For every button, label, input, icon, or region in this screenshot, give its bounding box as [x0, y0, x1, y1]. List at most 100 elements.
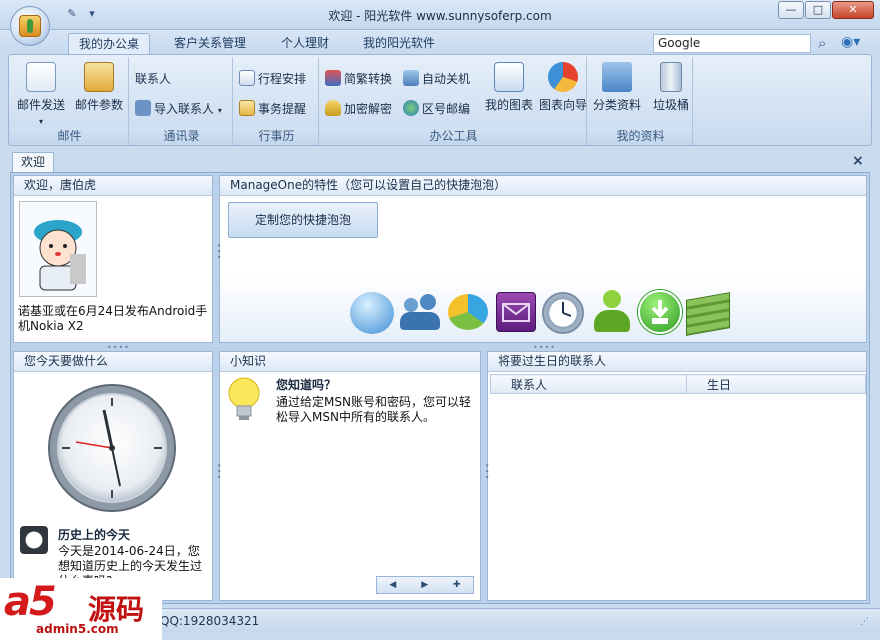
window-title: 欢迎 - 阳光软件 www.sunnysoferp.com	[328, 9, 552, 23]
tips-navigation: ◀ ▶ ✚	[376, 576, 474, 594]
watermark-logo: a5 源码 admin5.com	[0, 578, 162, 640]
task-reminder-button[interactable]: 事务提醒	[239, 99, 306, 119]
pie-chart-icon[interactable]	[448, 294, 488, 330]
close-button[interactable]: ✕	[832, 1, 874, 19]
zipcode-label: 区号邮编	[422, 102, 471, 116]
clock-icon[interactable]	[542, 292, 584, 334]
close-document-icon[interactable]: ×	[852, 153, 864, 169]
search-icon[interactable]: ⌕	[818, 34, 836, 52]
zipcode-button[interactable]: 区号邮编	[403, 99, 470, 119]
trash-icon	[660, 62, 682, 92]
group-label-schedule: 行事历	[235, 128, 318, 144]
resize-grip-icon[interactable]: ⋰	[860, 617, 870, 627]
prev-tip-button[interactable]: ◀	[389, 580, 396, 590]
convert-label: 简繁转换	[344, 72, 393, 86]
group-my-data: 分类资料 垃圾桶 我的资料	[589, 57, 693, 145]
history-clock-icon	[20, 526, 48, 554]
column-contact[interactable]: 联系人	[490, 374, 687, 394]
my-chart-button[interactable]: 我的图表	[481, 60, 537, 126]
group-label-my-data: 我的资料	[589, 128, 692, 144]
encrypt-button[interactable]: 加密解密	[325, 99, 392, 119]
maximize-button[interactable]: □	[805, 1, 831, 19]
user-icon[interactable]	[594, 290, 630, 334]
group-tools: 简繁转换 加密解密 自动关机 区号邮编 我的图表 图表向导 办公工具	[321, 57, 587, 145]
encrypt-label: 加密解密	[344, 102, 393, 116]
chart-wizard-button[interactable]: 图表向导	[535, 60, 591, 126]
contacts-button[interactable]: 联系人	[135, 69, 171, 89]
globe-icon[interactable]: ◉▾	[841, 34, 863, 52]
group-schedule: 行程安排 事务提醒 行事历	[235, 57, 319, 145]
mail-icon[interactable]	[496, 292, 536, 332]
group-label-tools: 办公工具	[321, 128, 586, 144]
tips-title: 您知道吗？	[276, 378, 337, 392]
contacts-icon[interactable]	[400, 294, 442, 334]
watermark-a5: a5	[4, 579, 57, 625]
tab-crm[interactable]: 客户关系管理	[164, 33, 256, 54]
news-text: 诺基亚或在6月24日发布Android手机Nokia X2	[18, 304, 208, 333]
tab-my-desk[interactable]: 我的办公桌	[68, 33, 151, 54]
task-reminder-label: 事务提醒	[258, 102, 307, 116]
avatar	[19, 201, 97, 297]
group-label-mail: 邮件	[11, 128, 128, 144]
lightbulb-icon	[228, 377, 260, 420]
vertical-splitter-top[interactable]: •••	[214, 243, 223, 260]
app-logo-icon	[19, 15, 41, 37]
lock-icon	[325, 100, 341, 116]
history-title: 历史上的今天	[58, 528, 131, 542]
tips-text: 通过给定MSN账号和密码，您可以轻松导入MSN中所有的联系人。	[276, 395, 471, 424]
chart-wizard-label: 图表向导	[538, 98, 587, 112]
today-header: 您今天要做什么	[14, 352, 212, 372]
send-mail-button[interactable]: 邮件发送 ▾	[13, 60, 69, 126]
tab-my-sunny[interactable]: 我的阳光软件	[353, 33, 445, 54]
app-menu-button[interactable]	[10, 6, 50, 46]
globe-zipcode-icon	[403, 100, 419, 116]
minimize-button[interactable]: —	[778, 1, 804, 19]
content-area: 欢迎，唐伯虎 诺基亚或在6月24日发布Android手机Nokia X2 Man…	[10, 172, 870, 604]
mail-params-label: 邮件参数	[74, 98, 123, 112]
send-mail-label: 邮件发送	[16, 98, 65, 112]
today-panel: 您今天要做什么 历史上的今天 今天是2014-06-24日，您想知道历史上的今天…	[13, 351, 213, 601]
shutdown-button[interactable]: 自动关机	[403, 69, 470, 89]
tab-welcome[interactable]: 欢迎	[12, 152, 54, 172]
shutdown-label: 自动关机	[422, 72, 471, 86]
status-qq: QQ:1928034321	[160, 614, 260, 628]
group-label-contacts: 通讯录	[131, 128, 232, 144]
chart-table-icon	[494, 62, 524, 92]
analog-clock-icon	[48, 384, 176, 512]
import-contacts-label: 导入联系人	[154, 102, 215, 116]
ribbon-tabs: 我的办公桌 客户关系管理 个人理财 我的阳光软件 Google ⌕ ◉▾	[0, 30, 880, 54]
folder-icon	[602, 62, 632, 92]
calendar-icon	[239, 70, 255, 86]
welcome-header: 欢迎，唐伯虎	[14, 176, 212, 196]
birthdays-panel: 将要过生日的联系人 联系人 生日	[487, 351, 867, 601]
welcome-panel: 欢迎，唐伯虎 诺基亚或在6月24日发布Android手机Nokia X2	[13, 175, 213, 343]
column-birthday[interactable]: 生日	[686, 374, 866, 394]
tips-panel: 小知识 您知道吗？ 通过给定MSN账号和密码，您可以轻松导入MSN中所有的联系人…	[219, 351, 481, 601]
import-contacts-button[interactable]: 导入联系人 ▾	[135, 99, 222, 119]
trash-button[interactable]: 垃圾桶	[643, 60, 699, 126]
search-input[interactable]: Google	[653, 34, 811, 53]
group-mail: 邮件发送 ▾ 邮件参数 邮件	[11, 57, 129, 145]
download-icon[interactable]	[638, 290, 682, 334]
mail-params-button[interactable]: 邮件参数	[71, 60, 127, 126]
tips-header: 小知识	[220, 352, 480, 372]
customize-bubbles-button[interactable]: 定制您的快捷泡泡	[228, 202, 378, 238]
cartoon-avatar-icon	[34, 220, 86, 291]
next-tip-button[interactable]: ▶	[421, 580, 428, 590]
my-chart-label: 我的图表	[484, 98, 533, 112]
chat-bubble-icon[interactable]	[350, 292, 394, 334]
classify-button[interactable]: 分类资料	[589, 60, 645, 126]
birthdays-header: 将要过生日的联系人	[488, 352, 866, 372]
schedule-plan-button[interactable]: 行程安排	[239, 69, 306, 89]
schedule-plan-label: 行程安排	[258, 72, 307, 86]
bubble-bar	[220, 276, 866, 342]
features-header: ManageOne的特性（您可以设置自己的快捷泡泡）	[220, 176, 866, 196]
tab-finance[interactable]: 个人理财	[271, 33, 339, 54]
money-icon[interactable]	[686, 292, 730, 336]
vertical-splitter-right[interactable]: •••	[482, 463, 491, 480]
add-tip-button[interactable]: ✚	[453, 580, 461, 590]
window-controls: — □ ✕	[777, 1, 874, 19]
vertical-splitter-left[interactable]: •••	[214, 463, 223, 480]
convert-button[interactable]: 简繁转换	[325, 69, 392, 89]
group-contacts: 联系人 导入联系人 ▾ 通讯录	[131, 57, 233, 145]
